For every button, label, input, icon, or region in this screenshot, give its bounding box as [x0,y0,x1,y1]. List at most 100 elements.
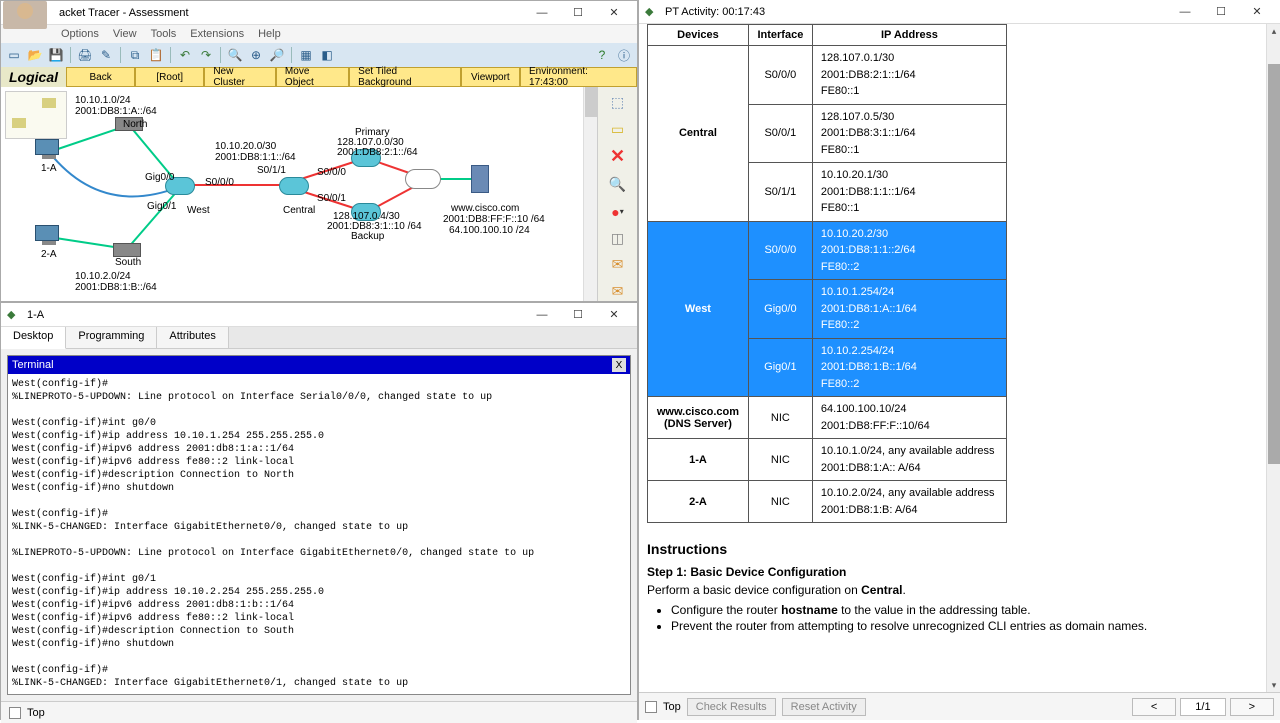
activity-minimize-button[interactable]: — [1168,2,1202,22]
scroll-down-icon[interactable]: ▾ [1267,678,1280,692]
viewport-button[interactable]: Viewport [461,67,520,87]
device-titlebar: ◆ 1-A — ☐ ✕ [1,303,637,327]
device-minimize-button[interactable]: — [525,305,559,325]
label-s000-2: S0/0/0 [317,167,346,178]
pdu-complex-icon[interactable]: ✉ [607,282,629,301]
label-backup: Backup [351,231,384,242]
save-icon[interactable]: 💾 [47,46,65,64]
set-tiled-button[interactable]: Set Tiled Background [349,67,461,87]
help-icon[interactable]: ? [593,46,611,64]
device-switch-south[interactable] [113,243,141,257]
activity-close-button[interactable]: ✕ [1240,2,1274,22]
menu-help[interactable]: Help [258,28,281,40]
cell-interface: Gig0/1 [748,338,812,397]
label-central: Central [283,205,315,216]
activity-titlebar: ◆ PT Activity: 00:17:43 — ☐ ✕ [639,0,1280,24]
cell-device: Central [648,46,749,222]
palette-icon[interactable]: ▦ [297,46,315,64]
back-button[interactable]: Back [66,67,135,87]
move-object-button[interactable]: Move Object [276,67,349,87]
activity-scrollbar[interactable]: ▴ ▾ [1266,24,1280,692]
topology-canvas[interactable]: 10.10.1.0/24 2001:DB8:1:A::/64 North 1-A… [1,87,637,301]
topology-scrollbar[interactable] [583,87,597,301]
delete-tool-icon[interactable]: ✕ [607,146,629,167]
table-row[interactable]: 2-ANIC10.10.2.0/24, any available addres… [648,481,1007,523]
webcam-overlay [3,1,47,29]
paste-icon[interactable]: 📋 [147,46,165,64]
environment-label[interactable]: Environment: 17:43:00 [520,67,637,87]
cell-interface: S0/0/1 [748,104,812,163]
open-file-icon[interactable]: 📂 [26,46,44,64]
topology-tool-palette: ⬚ ▭ ✕ 🔍 ●▾ ◫ ✉ ✉ [597,87,637,301]
cell-interface: S0/0/0 [748,221,812,280]
print-icon[interactable]: 🖨 [76,46,94,64]
activity-maximize-button[interactable]: ☐ [1204,2,1238,22]
custom-icon[interactable]: ◧ [318,46,336,64]
terminal-output[interactable]: West(config-if)# %LINEPROTO-5-UPDOWN: Li… [8,374,630,694]
close-button[interactable]: ✕ [597,3,631,23]
instruction-bullet: Configure the router hostname to the val… [671,603,1264,617]
next-page-button[interactable]: > [1230,698,1274,716]
maximize-button[interactable]: ☐ [561,3,595,23]
zoom-in-icon[interactable]: 🔍 [226,46,244,64]
main-menubar: Options View Tools Extensions Help [1,25,637,43]
copy-icon[interactable]: ⧉ [126,46,144,64]
redo-icon[interactable]: ↷ [197,46,215,64]
table-row[interactable]: WestS0/0/010.10.20.2/302001:DB8:1:1::2/6… [648,221,1007,280]
label-north-net: 10.10.1.0/24 [75,95,131,106]
logical-toolbar: Logical Back [Root] New Cluster Move Obj… [1,67,637,87]
packet-tracer-window: acket Tracer - Assessment — ☐ ✕ Options … [0,0,638,302]
terminal-panel: Terminal X West(config-if)# %LINEPROTO-5… [7,355,631,695]
device-server-cisco[interactable] [471,165,489,193]
terminal-title-label: Terminal [12,359,54,371]
device-maximize-button[interactable]: ☐ [561,305,595,325]
device-close-button[interactable]: ✕ [597,305,631,325]
draw-tool-icon[interactable]: ●▾ [607,202,629,221]
cell-device: 1-A [648,439,749,481]
label-s000-1: S0/0/0 [205,177,234,188]
device-router-central[interactable] [279,177,309,195]
device-pc-2a[interactable] [35,225,63,247]
menu-view[interactable]: View [113,28,137,40]
prev-page-button[interactable]: < [1132,698,1176,716]
new-file-icon[interactable]: ▭ [5,46,23,64]
cell-interface: NIC [748,397,812,439]
check-results-button[interactable]: Check Results [687,698,776,716]
table-row[interactable]: CentralS0/0/0128.107.0.1/302001:DB8:2:1:… [648,46,1007,105]
label-north: North [123,119,147,130]
menu-extensions[interactable]: Extensions [190,28,244,40]
table-row[interactable]: 1-ANIC10.10.1.0/24, any available addres… [648,439,1007,481]
reset-activity-button[interactable]: Reset Activity [782,698,866,716]
new-cluster-button[interactable]: New Cluster [204,67,276,87]
menu-tools[interactable]: Tools [151,28,177,40]
info-icon[interactable]: ⓘ [615,46,633,64]
menu-options[interactable]: Options [61,28,99,40]
undo-icon[interactable]: ↶ [176,46,194,64]
pdu-simple-icon[interactable]: ✉ [607,256,629,275]
note-tool-icon[interactable]: ▭ [607,120,629,139]
device-top-checkbox[interactable] [9,707,21,719]
root-button[interactable]: [Root] [135,67,204,87]
cell-ip: 10.10.2.0/24, any available address2001:… [812,481,1006,523]
device-cloud[interactable] [405,169,441,189]
terminal-close-button[interactable]: X [612,358,626,372]
minimize-button[interactable]: — [525,3,559,23]
instructions-section: Instructions Step 1: Basic Device Config… [647,537,1264,639]
zoom-out-icon[interactable]: 🔎 [268,46,286,64]
wizard-icon[interactable]: ✎ [97,46,115,64]
tab-desktop[interactable]: Desktop [1,327,66,349]
cell-interface: NIC [748,481,812,523]
activity-top-checkbox[interactable] [645,701,657,713]
inspect-tool-icon[interactable]: 🔍 [607,175,629,194]
select-tool-icon[interactable]: ⬚ [607,93,629,112]
tab-programming[interactable]: Programming [66,327,157,348]
cell-device: 2-A [648,481,749,523]
resize-tool-icon[interactable]: ◫ [607,229,629,248]
scroll-up-icon[interactable]: ▴ [1267,24,1280,38]
table-row[interactable]: www.cisco.com (DNS Server)NIC64.100.100.… [648,397,1007,439]
tab-attributes[interactable]: Attributes [157,327,228,348]
label-s011: S0/1/1 [257,165,286,176]
device-pc-1a[interactable] [35,139,63,161]
zoom-reset-icon[interactable]: ⊕ [247,46,265,64]
nav-thumbnail[interactable] [5,91,67,139]
